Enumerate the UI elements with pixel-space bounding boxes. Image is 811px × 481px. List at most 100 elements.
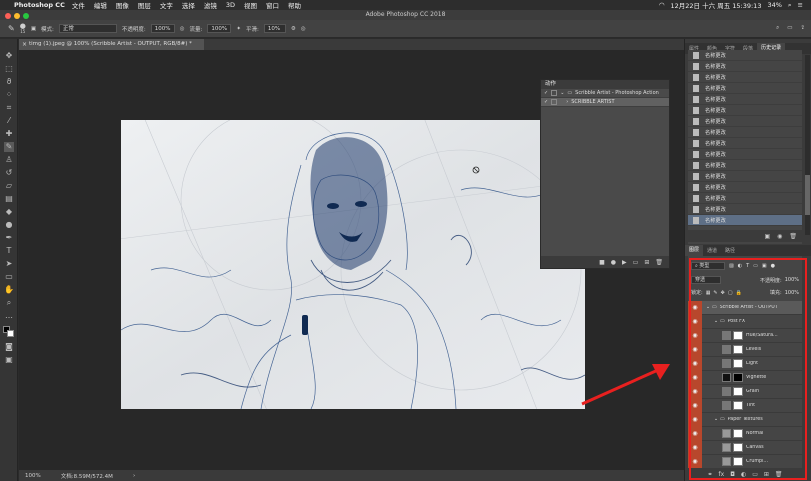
stop-recording-icon[interactable]: ■ xyxy=(599,259,605,266)
actions-panel-footer: ■ ● ▶ ▭ ⊞ 🗑 xyxy=(541,256,669,268)
new-action-icon[interactable]: ⊞ xyxy=(644,259,649,266)
new-document-from-state-icon[interactable]: ▣ xyxy=(764,233,770,240)
history-state-row[interactable]: 名称更改 xyxy=(688,149,802,160)
workspace-switcher-icon[interactable]: ▭ xyxy=(787,25,792,32)
history-state-row[interactable]: 名称更改 xyxy=(688,204,802,215)
search-icon[interactable]: ⌕ xyxy=(776,25,779,32)
tab-channels[interactable]: 通道 xyxy=(703,247,721,254)
healing-brush-tool-icon[interactable]: ✚ xyxy=(4,129,14,139)
zoom-tool-icon[interactable]: ⌕ xyxy=(4,298,14,308)
close-tab-icon[interactable]: × xyxy=(22,39,27,50)
history-state-row[interactable]: 名称更改 xyxy=(688,61,802,72)
app-menu[interactable]: Photoshop CC xyxy=(14,1,65,9)
toggle-checkmark-icon[interactable]: ✓ xyxy=(544,90,548,96)
menu-3d[interactable]: 3D xyxy=(226,1,235,9)
menu-extras-icon[interactable]: ≡ xyxy=(798,1,803,9)
search-icon[interactable]: ⌕ xyxy=(788,1,792,10)
wifi-icon[interactable]: ◠ xyxy=(659,1,665,9)
gradient-tool-icon[interactable]: ▤ xyxy=(4,194,14,204)
path-selection-tool-icon[interactable]: ➤ xyxy=(4,259,14,269)
delete-state-icon[interactable]: 🗑 xyxy=(789,233,797,240)
status-menu-arrow-icon[interactable]: › xyxy=(133,473,135,479)
rectangle-tool-icon[interactable]: ▭ xyxy=(4,272,14,282)
history-state-row[interactable]: 名称更改 xyxy=(688,138,802,149)
brush-tool-icon[interactable]: ✎ xyxy=(4,142,14,152)
more-tools-icon[interactable]: … xyxy=(4,311,14,321)
dodge-tool-icon[interactable]: ● xyxy=(4,220,14,230)
menu-edit[interactable]: 编辑 xyxy=(94,0,107,10)
lasso-tool-icon[interactable]: ϑ xyxy=(4,77,14,87)
history-state-row[interactable]: 名称更改 xyxy=(688,171,802,182)
expand-chevron-icon[interactable]: ⌄ xyxy=(560,90,564,96)
background-color-swatch[interactable] xyxy=(7,330,14,337)
record-icon[interactable]: ● xyxy=(611,259,616,266)
menu-help[interactable]: 帮助 xyxy=(288,0,301,10)
quick-mask-icon[interactable]: ◙ xyxy=(4,342,14,352)
crop-tool-icon[interactable]: ⌗ xyxy=(4,103,14,113)
menu-filter[interactable]: 滤镜 xyxy=(204,0,217,10)
expand-arrow-icon[interactable]: › xyxy=(566,99,568,105)
menu-layer[interactable]: 图层 xyxy=(138,0,151,10)
history-state-row[interactable]: 名称更改 xyxy=(688,160,802,171)
flow-input[interactable]: 100% xyxy=(207,24,232,33)
clone-stamp-tool-icon[interactable]: ♙ xyxy=(4,155,14,165)
history-state-row[interactable]: 名称更改 xyxy=(688,72,802,83)
opacity-input[interactable]: 100% xyxy=(150,24,175,33)
eyedropper-tool-icon[interactable]: ⁄ xyxy=(4,116,14,126)
history-state-row[interactable]: 名称更改 xyxy=(688,83,802,94)
tab-paths[interactable]: 路径 xyxy=(721,247,739,254)
dialog-toggle-icon[interactable] xyxy=(551,99,558,105)
eraser-tool-icon[interactable]: ▱ xyxy=(4,181,14,191)
zoom-level[interactable]: 100% xyxy=(25,473,41,479)
play-icon[interactable]: ▶ xyxy=(622,259,627,266)
marquee-tool-icon[interactable]: ⬚ xyxy=(4,64,14,74)
smoothing-options-icon[interactable]: ⚙ xyxy=(291,26,296,32)
menu-image[interactable]: 图像 xyxy=(116,0,129,10)
pressure-size-icon[interactable]: ◎ xyxy=(301,26,306,32)
document-size[interactable]: 文档:8.59M/572.4M xyxy=(61,472,113,480)
menu-view[interactable]: 视图 xyxy=(244,0,257,10)
menu-file[interactable]: 文件 xyxy=(72,0,85,10)
action-label: SCRIBBLE ARTIST xyxy=(571,99,615,105)
delete-icon[interactable]: 🗑 xyxy=(655,259,663,266)
move-tool-icon[interactable]: ✥ xyxy=(4,51,14,61)
smoothing-input[interactable]: 10% xyxy=(263,24,286,33)
history-state-row[interactable]: 名称更改 xyxy=(688,116,802,127)
airbrush-icon[interactable]: ✦ xyxy=(236,26,241,32)
brush-tool-preset-icon[interactable]: ✎ xyxy=(8,24,15,33)
snapshot-camera-icon[interactable]: ◉ xyxy=(777,233,782,240)
type-tool-icon[interactable]: T xyxy=(4,246,14,256)
tab-layers[interactable]: 图层 xyxy=(685,245,704,256)
menu-window[interactable]: 窗口 xyxy=(266,0,279,10)
action-set-row[interactable]: ✓ ⌄ ▭ Scribble Artist - Photoshop Action xyxy=(541,89,669,98)
mode-select[interactable]: 正常 xyxy=(58,24,117,33)
history-state-row[interactable]: 名称更改 xyxy=(688,182,802,193)
new-set-icon[interactable]: ▭ xyxy=(633,259,639,266)
history-state-row[interactable]: 名称更改 xyxy=(688,105,802,116)
pen-tool-icon[interactable]: ✒ xyxy=(4,233,14,243)
datetime[interactable]: 12月22日 十六 周五 15:39:13 xyxy=(671,0,762,10)
document-tab[interactable]: × timg (1).jpeg @ 100% (Scribble Artist … xyxy=(19,39,204,50)
pressure-opacity-icon[interactable]: ◎ xyxy=(180,26,185,32)
history-state-row[interactable]: 名称更改 xyxy=(688,215,802,226)
history-state-row[interactable]: 名称更改 xyxy=(688,50,802,61)
battery-percent[interactable]: 34% xyxy=(767,1,781,9)
menu-type[interactable]: 文字 xyxy=(160,0,173,10)
history-state-row[interactable]: 名称更改 xyxy=(688,193,802,204)
history-brush-tool-icon[interactable]: ↺ xyxy=(4,168,14,178)
toggle-checkmark-icon[interactable]: ✓ xyxy=(544,99,548,105)
brush-preset-picker[interactable]: ● 15 xyxy=(20,22,26,34)
history-scrollbar[interactable] xyxy=(805,55,810,235)
quick-select-tool-icon[interactable]: ⁘ xyxy=(4,90,14,100)
screen-mode-icon[interactable]: ▣ xyxy=(4,355,14,365)
dialog-toggle-icon[interactable] xyxy=(551,90,558,96)
menu-select[interactable]: 选择 xyxy=(182,0,195,10)
hand-tool-icon[interactable]: ✋ xyxy=(4,285,14,295)
action-row[interactable]: ✓ › SCRIBBLE ARTIST xyxy=(541,98,669,107)
history-state-row[interactable]: 名称更改 xyxy=(688,127,802,138)
share-icon[interactable]: ⇪ xyxy=(800,25,805,32)
brush-settings-icon[interactable]: ▣ xyxy=(31,26,36,32)
document-canvas[interactable] xyxy=(121,120,585,409)
blur-tool-icon[interactable]: ◆ xyxy=(4,207,14,217)
history-state-row[interactable]: 名称更改 xyxy=(688,94,802,105)
